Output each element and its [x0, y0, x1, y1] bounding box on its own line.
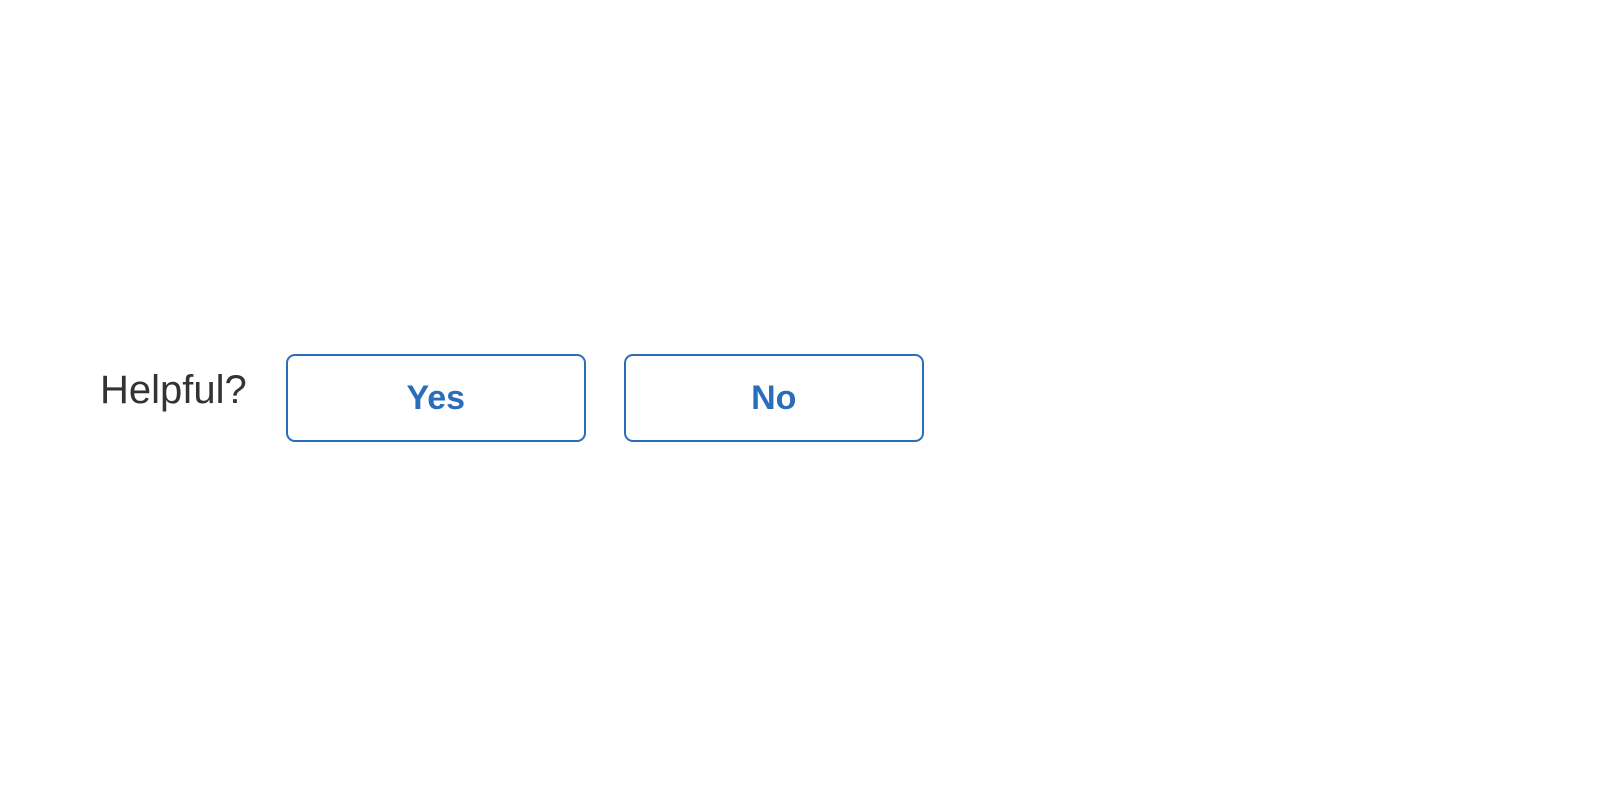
feedback-bar: Helpful? Yes No — [100, 354, 924, 442]
no-button[interactable]: No — [623, 354, 924, 442]
feedback-label: Helpful? — [100, 368, 247, 412]
yes-button[interactable]: Yes — [285, 354, 586, 442]
